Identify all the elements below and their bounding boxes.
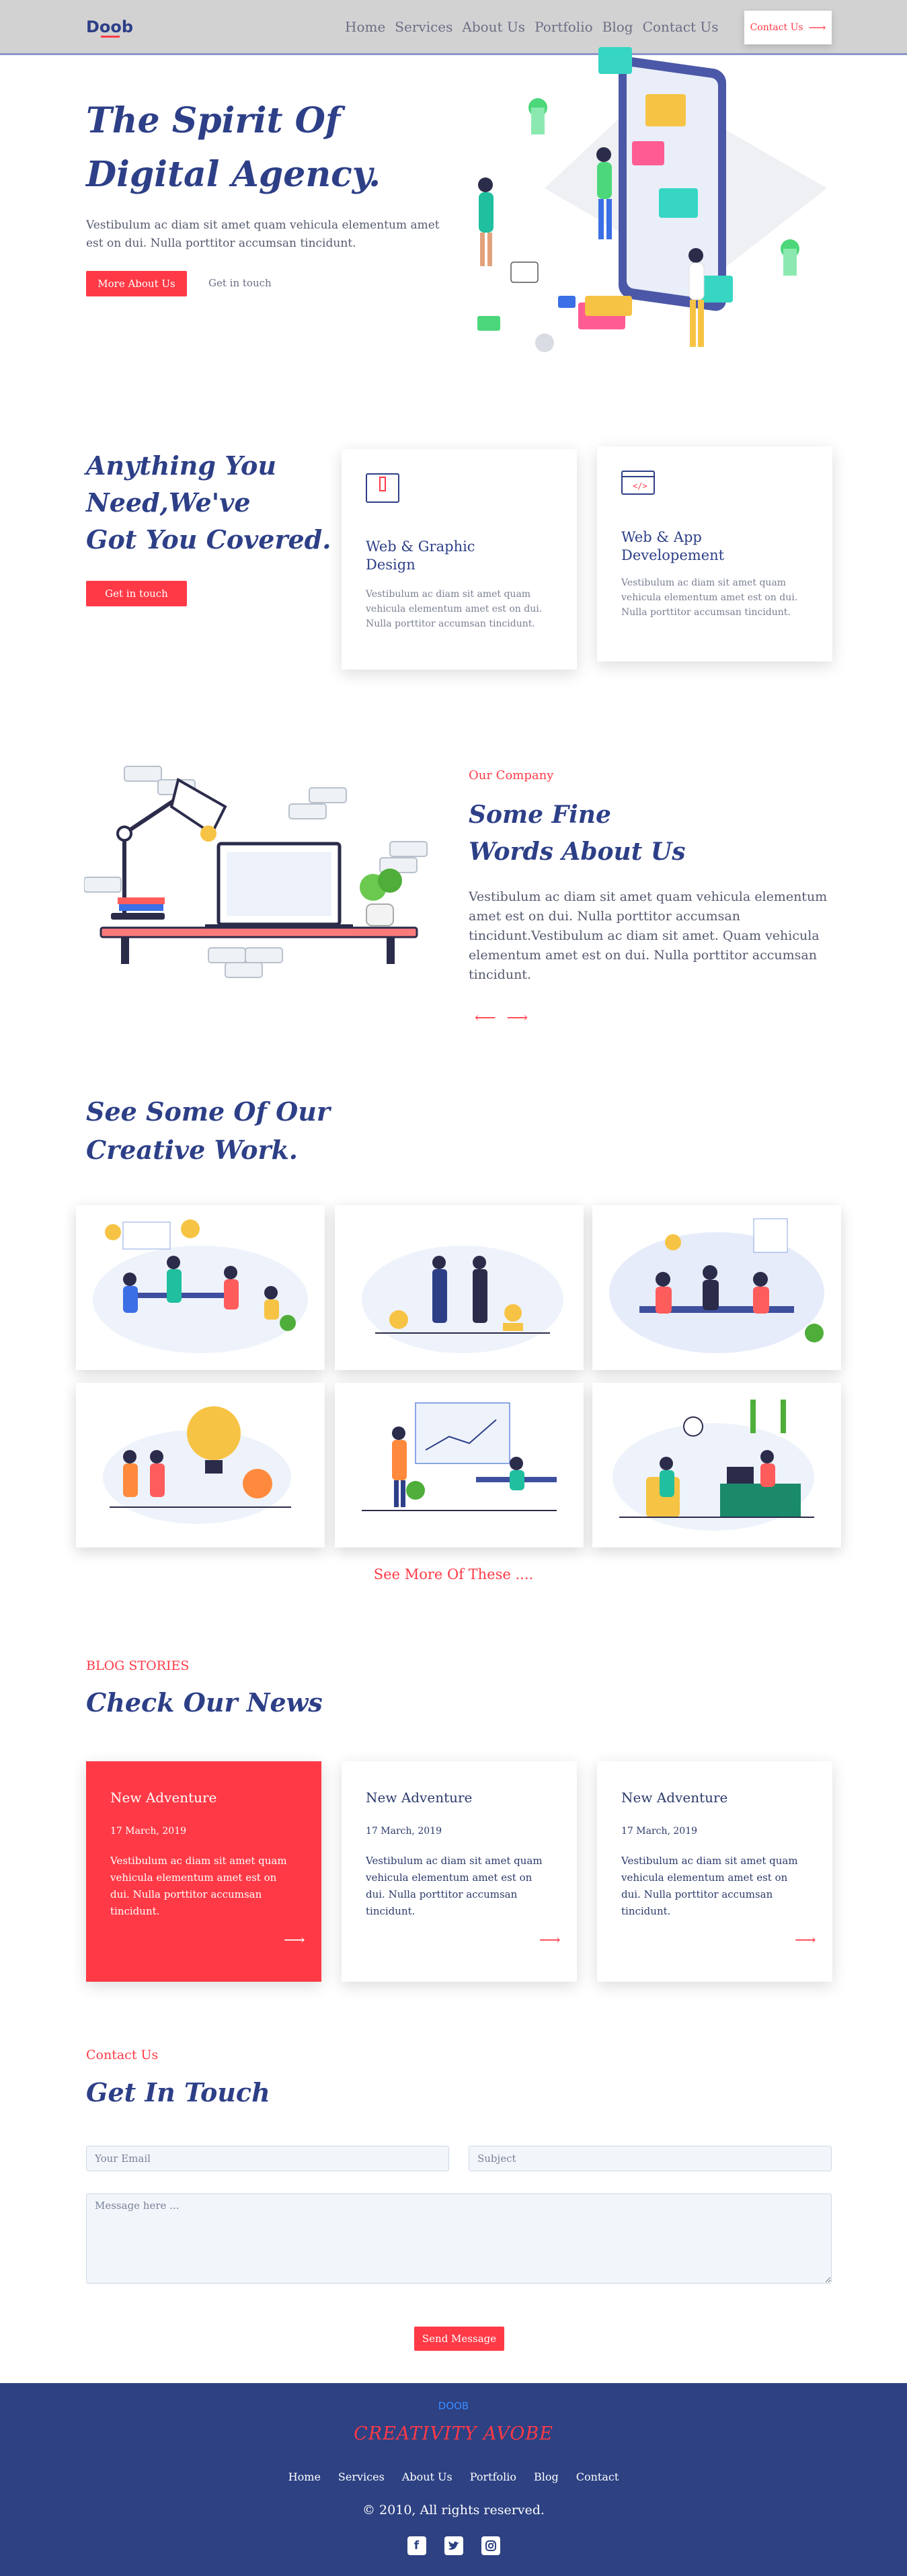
footer-nav-blog[interactable]: Blog — [534, 2470, 559, 2483]
blog-card-date: 17 March, 2019 — [621, 1826, 698, 1837]
envelope-icon — [366, 473, 399, 503]
service-card-title-line2: Design — [366, 557, 416, 573]
about-title-line1: Some Fine — [469, 801, 611, 829]
service-card-title: Web & Graphic Design — [366, 538, 475, 574]
arrow-right-icon[interactable]: ⟶ — [284, 1932, 305, 1949]
blog-card-text: Vestibulum ac diam sit amet quam vehicul… — [110, 1855, 287, 1917]
nav-home[interactable]: Home — [345, 19, 385, 35]
blog-card-title: New Adventure — [621, 1789, 728, 1806]
service-card-text: Vestibulum ac diam sit amet quam vehicul… — [621, 577, 798, 618]
arrow-right-icon[interactable]: ⟶ — [795, 1932, 816, 1949]
blog-card[interactable]: New Adventure 17 March, 2019 Vestibulum … — [597, 1761, 832, 1982]
logo[interactable]: Doob — [86, 17, 133, 36]
arrow-right-icon[interactable]: ⟶ — [507, 1010, 528, 1027]
about-title: Some Fine Words About Us — [469, 797, 686, 871]
service-card-title: Web & App Developement — [621, 528, 724, 565]
desk-team-illustration — [609, 1218, 824, 1353]
footer-nav: Home Services About Us Portfolio Blog Co… — [0, 2470, 907, 2483]
footer-nav-services[interactable]: Services — [338, 2470, 385, 2483]
team-meeting-illustration — [93, 1219, 308, 1353]
services-title-line3: Got You Covered. — [86, 524, 331, 555]
contact-eyebrow: Contact Us — [86, 2048, 159, 2062]
blog-card-text: Vestibulum ac diam sit amet quam vehicul… — [366, 1855, 543, 1917]
service-card-title-line2: Developement — [621, 547, 725, 563]
arrow-right-icon: ⟶ — [808, 20, 826, 35]
twitter-icon[interactable] — [444, 2536, 463, 2555]
office-chat-illustration — [613, 1400, 814, 1531]
services-title-line2: Need,We've — [86, 487, 251, 518]
get-in-touch-link[interactable]: Get in touch — [208, 277, 272, 289]
portfolio-item[interactable] — [76, 1383, 325, 1547]
send-message-button[interactable]: Send Message — [414, 2327, 504, 2351]
message-field[interactable] — [86, 2193, 832, 2284]
service-card-title-line1: Web & App — [621, 529, 702, 545]
about-slider-arrows: ⟵ ⟶ — [475, 1010, 528, 1027]
see-more-link[interactable]: See More Of These .... — [0, 1566, 907, 1582]
instagram-icon[interactable] — [481, 2536, 500, 2555]
footer-nav-contact[interactable]: Contact — [576, 2470, 619, 2483]
arrow-left-icon[interactable]: ⟵ — [475, 1010, 496, 1027]
about-eyebrow: Our Company — [469, 768, 554, 782]
site-footer: DOOB CREATIVITY AVOBE Home Services Abou… — [0, 2383, 907, 2576]
portfolio-title: See Some Of Our Creative Work. — [86, 1092, 330, 1169]
social-links: f — [0, 2536, 907, 2555]
footer-nav-portfolio[interactable]: Portfolio — [470, 2470, 516, 2483]
portfolio-item[interactable] — [592, 1205, 841, 1370]
svg-text:</>: </> — [633, 481, 647, 491]
blog-card[interactable]: New Adventure 17 March, 2019 Vestibulum … — [342, 1761, 577, 1982]
main-nav: Home Services About Us Portfolio Blog Co… — [345, 19, 718, 35]
more-about-us-button[interactable]: More About Us — [86, 271, 187, 296]
blog-card-date: 17 March, 2019 — [110, 1826, 187, 1837]
logo-underline — [101, 36, 120, 38]
subject-field[interactable] — [469, 2146, 832, 2171]
arrow-right-icon[interactable]: ⟶ — [539, 1932, 561, 1949]
services-title: Anything You Need,We've Got You Covered. — [86, 447, 331, 558]
portfolio-title-line1: See Some Of Our — [86, 1096, 330, 1127]
blog-card-title: New Adventure — [110, 1789, 217, 1806]
blog-card-title: New Adventure — [366, 1789, 473, 1806]
footer-tagline: CREATIVITY AVOBE — [354, 2423, 553, 2444]
service-card-design[interactable]: Web & Graphic Design Vestibulum ac diam … — [342, 449, 577, 670]
blog-card-text: Vestibulum ac diam sit amet quam vehicul… — [621, 1855, 798, 1917]
blog-card-date: 17 March, 2019 — [366, 1826, 442, 1837]
portfolio-title-line2: Creative Work. — [86, 1135, 299, 1165]
service-card-title-line1: Web & Graphic — [366, 538, 475, 555]
hero-title-line2: Digital Agency. — [86, 154, 381, 195]
service-card-development[interactable]: </> Web & App Developement Vestibulum ac… — [597, 446, 832, 661]
about-title-line2: Words About Us — [469, 838, 686, 866]
about-text: Vestibulum ac diam sit amet quam vehicul… — [469, 889, 828, 982]
nav-portfolio[interactable]: Portfolio — [535, 19, 593, 35]
services-get-in-touch-button[interactable]: Get in touch — [86, 581, 187, 606]
facebook-icon[interactable]: f — [407, 2536, 426, 2555]
hero-text: Vestibulum ac diam sit amet quam vehicul… — [86, 218, 440, 250]
desk-lamp-illustration — [84, 766, 428, 978]
nav-contact[interactable]: Contact Us — [643, 19, 719, 35]
blog-title: Check Our News — [86, 1687, 323, 1718]
nav-about[interactable]: About Us — [462, 19, 525, 35]
ideas-illustration — [103, 1406, 291, 1524]
handshake-illustration — [362, 1246, 563, 1353]
footer-logo[interactable]: DOOB — [0, 2400, 907, 2412]
blog-eyebrow: BLOG STORIES — [86, 1658, 190, 1673]
services-title-line1: Anything You — [86, 450, 277, 481]
copyright: © 2010, All rights reserved. — [362, 2503, 545, 2518]
code-window-icon: </> — [621, 471, 655, 495]
nav-services[interactable]: Services — [395, 19, 452, 35]
hero-title-line1: The Spirit Of — [86, 100, 341, 141]
contact-us-label: Contact Us — [750, 22, 803, 33]
nav-blog[interactable]: Blog — [602, 19, 633, 35]
blog-card[interactable]: New Adventure 17 March, 2019 Vestibulum … — [86, 1761, 321, 1982]
hero-illustration — [477, 47, 827, 352]
portfolio-item[interactable] — [335, 1205, 584, 1370]
service-card-text: Vestibulum ac diam sit amet quam vehicul… — [366, 589, 543, 629]
email-field[interactable] — [86, 2146, 449, 2171]
hero-title: The Spirit Of Digital Agency. — [86, 94, 381, 202]
portfolio-item[interactable] — [592, 1383, 841, 1547]
presentation-illustration — [362, 1402, 557, 1511]
contact-title: Get In Touch — [86, 2077, 270, 2107]
footer-nav-about[interactable]: About Us — [402, 2470, 452, 2483]
portfolio-item[interactable] — [76, 1205, 325, 1370]
portfolio-item[interactable] — [335, 1383, 584, 1547]
footer-nav-home[interactable]: Home — [288, 2470, 321, 2483]
